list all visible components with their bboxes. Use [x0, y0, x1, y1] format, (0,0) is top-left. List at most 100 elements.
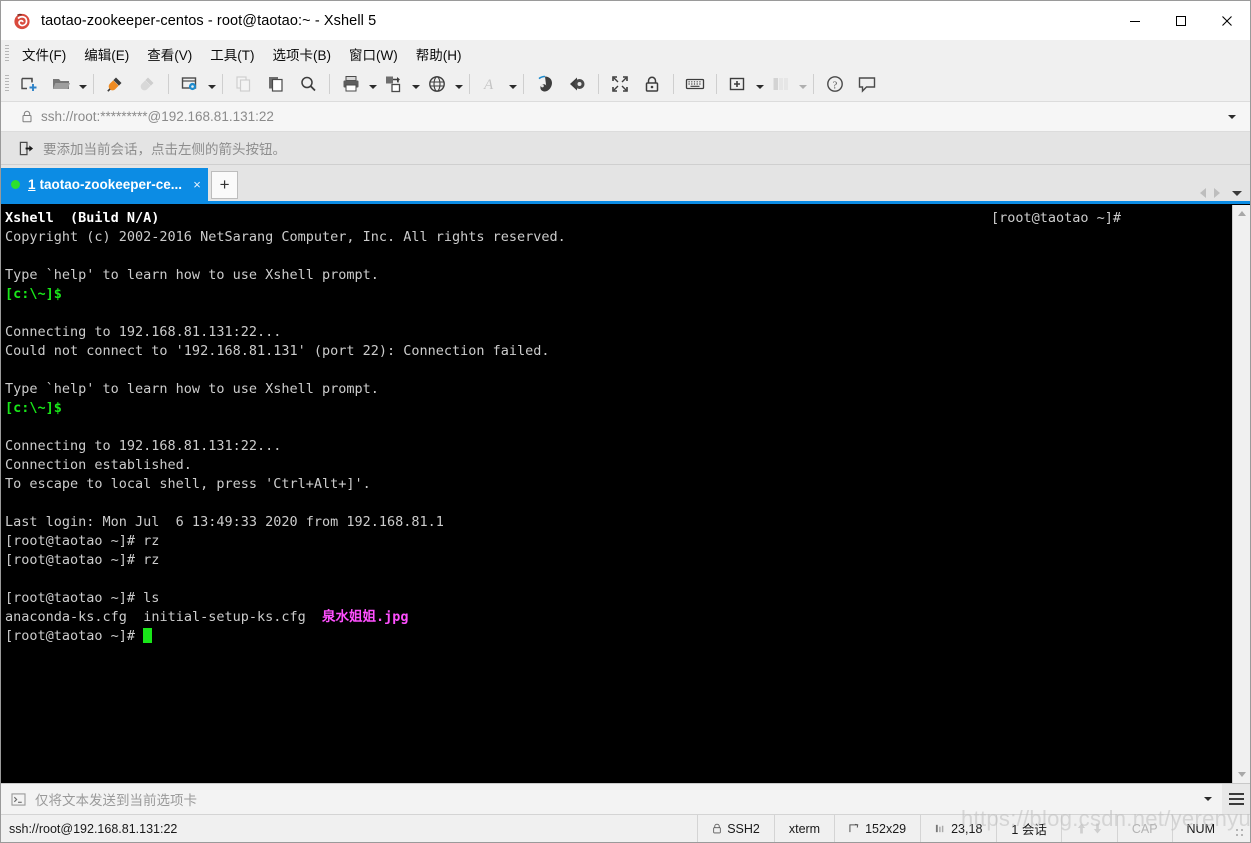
address-input[interactable]: ssh://root:*********@192.168.81.131:22 [41, 109, 274, 124]
open-folder-dropdown-icon[interactable] [77, 70, 88, 98]
resize-grip-icon[interactable] [1235, 828, 1247, 840]
tab-number: 1 [28, 177, 36, 192]
add-to-folder-dropdown-icon[interactable] [754, 70, 765, 98]
window-title: taotao-zookeeper-centos - root@taotao:~ … [41, 12, 377, 29]
terminal-line-3: Type `help' to learn how to use Xshell p… [5, 267, 379, 283]
fullscreen-icon[interactable] [604, 70, 636, 98]
title-bar: taotao-zookeeper-centos - root@taotao:~ … [1, 1, 1250, 40]
menu-file[interactable]: 文件(F) [13, 40, 75, 68]
terminal-line-13: Connection established. [5, 457, 192, 473]
terminal-line-12: Connecting to 192.168.81.131:22... [5, 438, 282, 454]
scrollbar-thumb[interactable] [1233, 222, 1250, 766]
transfer-file-dropdown-icon[interactable] [410, 70, 421, 98]
address-bar[interactable]: ssh://root:*********@192.168.81.131:22 [1, 102, 1250, 132]
status-protocol-cell: SSH2 [698, 815, 774, 842]
web-browser-dropdown-icon[interactable] [453, 70, 464, 98]
new-tab-button[interactable]: + [211, 171, 239, 199]
toolbar-separator [813, 74, 814, 94]
transfer-file-icon[interactable] [378, 70, 410, 98]
new-session-icon[interactable] [13, 70, 45, 98]
status-right-group: SSH2 xterm 152x29 23,18 1 会话 CAP NUM [697, 815, 1250, 842]
svg-text:?: ? [833, 81, 838, 92]
terminal-line-10: [c:\~]$ [5, 400, 62, 416]
session-hint-text: 要添加当前会话，点击左侧的箭头按钮。 [43, 142, 286, 157]
status-cursor-cell: 23,18 [921, 815, 996, 842]
address-dropdown-icon[interactable] [1228, 102, 1236, 131]
menu-grip-handle[interactable] [5, 44, 9, 63]
print-icon[interactable] [335, 70, 367, 98]
toolbar-grip-handle[interactable] [5, 75, 9, 93]
toolbar-separator [93, 74, 94, 94]
session-hint-bar: 要添加当前会话，点击左侧的箭头按钮。 [1, 132, 1250, 165]
toolbar-separator [523, 74, 524, 94]
send-history-dropdown-icon[interactable] [1194, 784, 1222, 814]
xshell-window: taotao-zookeeper-centos - root@taotao:~ … [0, 0, 1251, 843]
session-properties-dropdown-icon[interactable] [206, 70, 217, 98]
terminal-area: Xshell (Build N/A) Copyright (c) 2002-20… [1, 204, 1250, 783]
menu-tools[interactable]: 工具(T) [201, 40, 263, 68]
toolbar-separator [222, 74, 223, 94]
menu-window[interactable]: 窗口(W) [340, 40, 407, 68]
chat-icon[interactable] [851, 70, 883, 98]
status-size-cell: 152x29 [835, 815, 920, 842]
print-dropdown-icon[interactable] [367, 70, 378, 98]
ls-file-0: anaconda-ks.cfg [5, 609, 127, 625]
status-bar: ssh://root@192.168.81.131:22 SSH2 xterm [1, 814, 1250, 842]
chevron-left-icon[interactable] [1200, 188, 1206, 198]
menu-view[interactable]: 查看(V) [138, 40, 201, 68]
font-icon: A [475, 70, 507, 98]
send-text-bar[interactable]: 仅将文本发送到当前选项卡 [1, 783, 1250, 814]
open-folder-icon[interactable] [45, 70, 77, 98]
font-dropdown-icon[interactable] [507, 70, 518, 98]
maximize-button[interactable] [1158, 1, 1204, 40]
tab-label: taotao-zookeeper-ce... [39, 177, 183, 192]
layout-icon [765, 70, 797, 98]
find-icon[interactable] [292, 70, 324, 98]
zmodem-icon[interactable] [561, 70, 593, 98]
status-size: 152x29 [865, 821, 907, 836]
connect-icon[interactable] [99, 70, 131, 98]
minimize-button[interactable] [1112, 1, 1158, 40]
scrollbar-track[interactable] [1233, 222, 1250, 766]
terminal-prompt-icon [11, 792, 26, 806]
tab-list-dropdown-icon[interactable] [1232, 190, 1242, 196]
window-controls [1112, 1, 1250, 40]
ssh-tunnel-icon[interactable] [529, 70, 561, 98]
terminal-line-20: [root@taotao ~]# ls [5, 590, 160, 606]
close-button[interactable] [1204, 1, 1250, 40]
add-session-arrow-icon[interactable] [19, 141, 34, 156]
menu-tabs[interactable]: 选项卡(B) [264, 40, 341, 68]
session-properties-icon[interactable] [174, 70, 206, 98]
keyboard-icon[interactable] [679, 70, 711, 98]
terminal-cursor [143, 628, 153, 643]
terminal-vertical-scrollbar[interactable] [1232, 205, 1250, 783]
hamburger-menu-icon[interactable] [1222, 784, 1250, 814]
tab-close-icon[interactable]: × [190, 177, 204, 192]
menu-help[interactable]: 帮助(H) [407, 40, 471, 68]
menu-bar: 文件(F) 编辑(E) 查看(V) 工具(T) 选项卡(B) 窗口(W) 帮助(… [1, 40, 1250, 67]
status-cap-cell: CAP [1118, 815, 1172, 842]
help-icon[interactable]: ? [819, 70, 851, 98]
send-text-placeholder: 仅将文本发送到当前选项卡 [35, 793, 197, 808]
paste-icon[interactable] [260, 70, 292, 98]
terminal-line-0: Xshell (Build N/A) [5, 210, 160, 226]
add-to-folder-icon[interactable] [722, 70, 754, 98]
terminal-output: Xshell (Build N/A) Copyright (c) 2002-20… [5, 209, 1232, 646]
status-termtype-cell: xterm [775, 815, 834, 842]
copy-page-icon [228, 70, 260, 98]
tab-status-dot-icon [11, 180, 20, 189]
lock-icon [713, 823, 721, 834]
scroll-up-button[interactable] [1233, 205, 1250, 222]
lock-icon[interactable] [636, 70, 668, 98]
tab-session-1[interactable]: 1 taotao-zookeeper-ce... × [1, 168, 209, 201]
chevron-right-icon[interactable] [1214, 188, 1220, 198]
menu-edit[interactable]: 编辑(E) [75, 40, 138, 68]
status-term-type: xterm [788, 821, 821, 836]
web-browser-icon[interactable] [421, 70, 453, 98]
resize-icon [849, 823, 859, 833]
layout-dropdown-icon[interactable] [797, 70, 808, 98]
scroll-down-button[interactable] [1233, 766, 1250, 783]
terminal-line-18: [root@taotao ~]# rz [5, 552, 160, 568]
terminal-screen[interactable]: Xshell (Build N/A) Copyright (c) 2002-20… [1, 205, 1232, 783]
toolbar-separator [469, 74, 470, 94]
